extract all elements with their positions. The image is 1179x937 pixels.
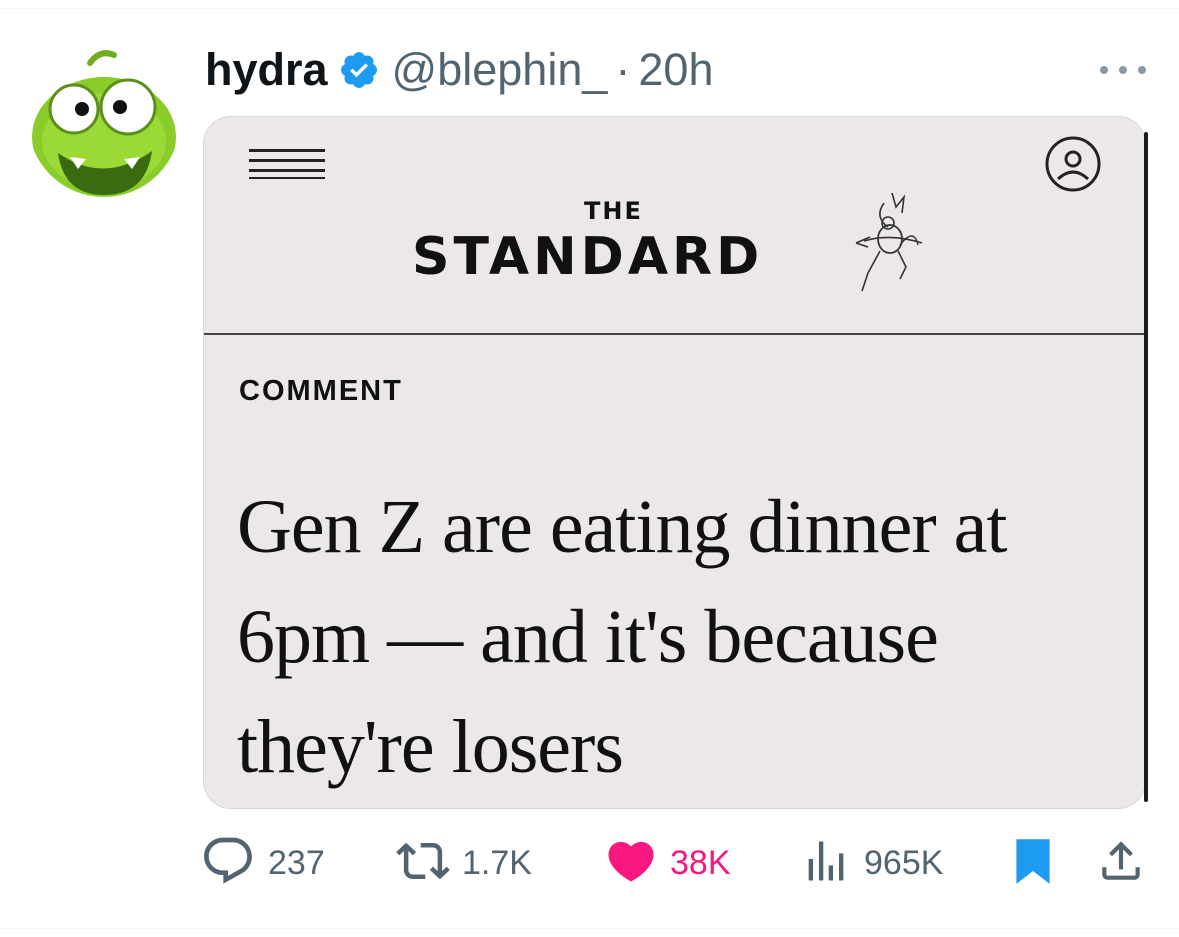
reply-icon [200, 833, 256, 894]
bookmark-button[interactable] [1008, 835, 1058, 891]
views-icon [800, 835, 852, 892]
avatar[interactable] [28, 45, 180, 197]
masthead-title: STANDARD [412, 227, 764, 287]
section-kicker: COMMENT [239, 375, 403, 407]
bookmark-icon [1008, 834, 1058, 893]
reply-button[interactable]: 237 [200, 835, 325, 891]
retweet-button[interactable]: 1.7K [396, 835, 532, 891]
share-icon [1096, 836, 1146, 891]
card-edge-shadow [1144, 132, 1148, 802]
hamburger-menu-icon [249, 137, 327, 179]
heart-icon [604, 834, 658, 893]
views-button[interactable]: 965K [800, 835, 943, 891]
separator-dot: · [615, 44, 631, 95]
share-button[interactable] [1096, 835, 1146, 891]
handle[interactable]: @blephin_ [392, 44, 608, 96]
masthead-small: THE [584, 197, 643, 225]
avatar-om-nom-icon [28, 45, 180, 197]
bottom-divider [0, 928, 1179, 929]
views-count: 965K [864, 843, 944, 882]
top-divider [0, 8, 1179, 9]
display-name[interactable]: hydra [205, 44, 328, 96]
account-icon [1044, 135, 1102, 193]
tweet-header: hydra @blephin_ · 20h [205, 38, 713, 102]
reply-count: 237 [268, 843, 325, 882]
timestamp[interactable]: 20h [638, 44, 713, 96]
like-button[interactable]: 38K [604, 835, 731, 891]
article-screenshot-card[interactable]: THE STANDARD COMMENT Gen Z are eating di… [203, 116, 1146, 809]
masthead-divider [204, 333, 1145, 335]
more-icon[interactable] [1100, 55, 1146, 85]
retweet-icon [396, 834, 450, 893]
tweet[interactable]: hydra @blephin_ · 20h THE STANDARD COMME… [0, 0, 1179, 937]
cupid-logo-icon [844, 187, 934, 295]
like-count: 38K [670, 843, 731, 882]
action-bar: 237 1.7K 38K 965K [200, 835, 1150, 891]
retweet-count: 1.7K [462, 843, 532, 882]
article-headline: Gen Z are eating dinner at 6pm — and it'… [237, 485, 1008, 789]
verified-badge-icon[interactable] [338, 49, 380, 91]
